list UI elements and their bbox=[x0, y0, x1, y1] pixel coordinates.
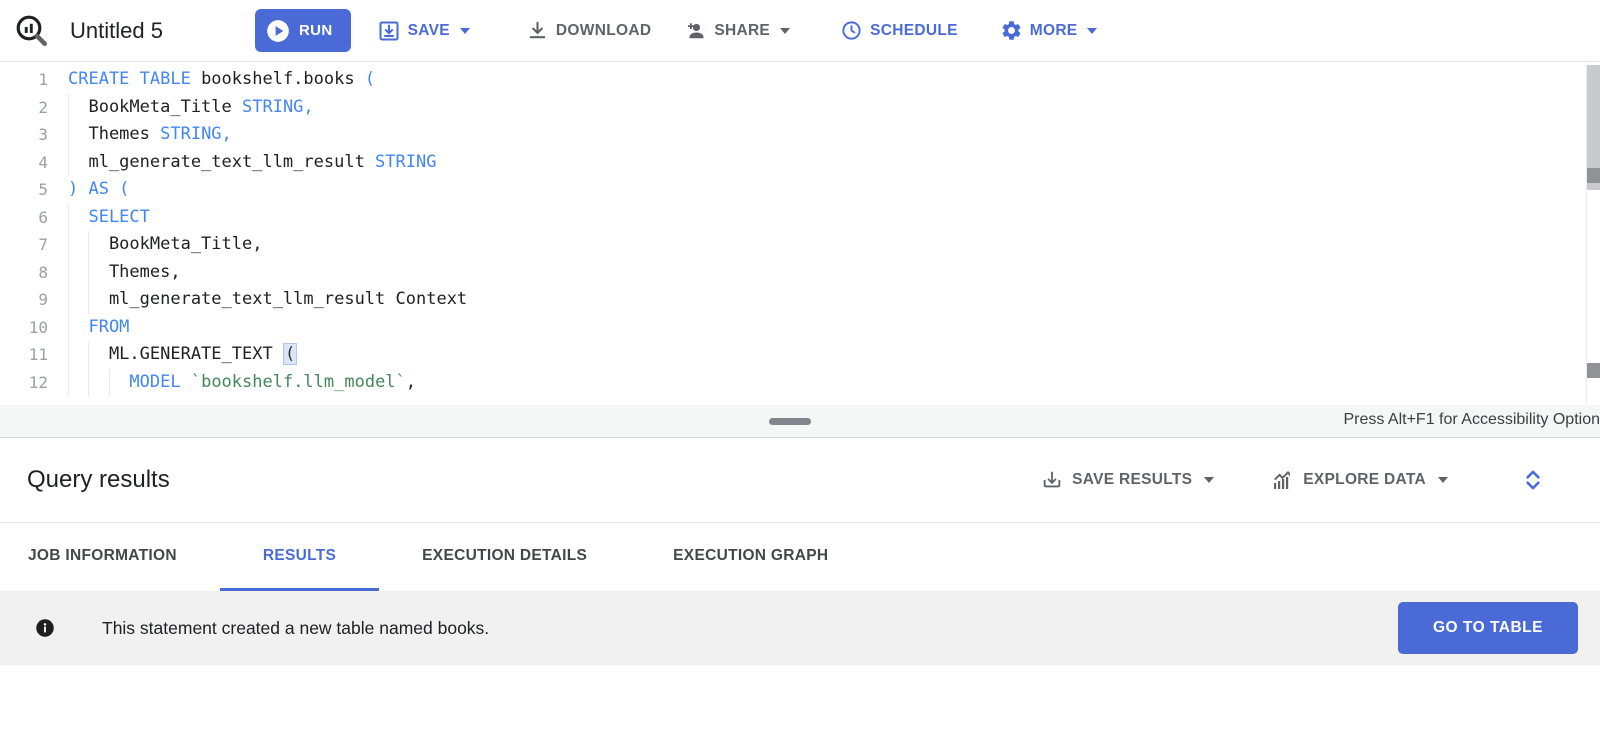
chevron-down-icon bbox=[460, 28, 470, 34]
sql-editor[interactable]: 1CREATE TABLE bookshelf.books (2 BookMet… bbox=[0, 63, 1600, 405]
line-number: 8 bbox=[0, 259, 68, 287]
person-add-icon bbox=[683, 19, 707, 43]
scrollbar-decoration bbox=[1587, 168, 1600, 183]
code-line[interactable]: 5) AS ( bbox=[0, 176, 1600, 204]
line-number: 3 bbox=[0, 121, 68, 149]
download-icon bbox=[526, 19, 549, 42]
line-number: 1 bbox=[0, 66, 68, 94]
code-line[interactable]: 8 Themes, bbox=[0, 259, 1600, 287]
line-number: 10 bbox=[0, 314, 68, 342]
save-button[interactable]: SAVE bbox=[377, 19, 470, 43]
query-editor-icon bbox=[14, 13, 50, 49]
tab-results[interactable]: RESULTS bbox=[220, 523, 379, 591]
code-line[interactable]: 1CREATE TABLE bookshelf.books ( bbox=[0, 66, 1600, 94]
line-number: 12 bbox=[0, 369, 68, 397]
chevron-down-icon bbox=[780, 28, 790, 34]
go-to-table-button[interactable]: GO TO TABLE bbox=[1398, 602, 1578, 654]
code-line[interactable]: 11 ML.GENERATE_TEXT ( bbox=[0, 341, 1600, 369]
unfold-chevrons-icon bbox=[1520, 467, 1546, 493]
line-number: 7 bbox=[0, 231, 68, 259]
expand-collapse-panel-button[interactable] bbox=[1520, 467, 1546, 493]
download-tray-icon bbox=[1041, 469, 1063, 491]
tab-execution-details[interactable]: EXECUTION DETAILS bbox=[379, 523, 630, 591]
editor-status-strip: Press Alt+F1 for Accessibility Options bbox=[0, 405, 1600, 438]
code-line[interactable]: 12 MODEL `bookshelf.llm_model`, bbox=[0, 369, 1600, 397]
more-button[interactable]: MORE bbox=[1000, 19, 1098, 42]
schedule-button[interactable]: SCHEDULE bbox=[840, 19, 958, 42]
scrollbar-decoration bbox=[1587, 363, 1600, 378]
tab-execution-graph[interactable]: EXECUTION GRAPH bbox=[630, 523, 871, 591]
code-line[interactable]: 7 BookMeta_Title, bbox=[0, 231, 1600, 259]
save-icon bbox=[377, 19, 401, 43]
editor-toolbar: Untitled 5 RUN SAVE bbox=[0, 0, 1600, 62]
results-tab-bar: JOB INFORMATION RESULTS EXECUTION DETAIL… bbox=[0, 522, 1600, 591]
download-button[interactable]: DOWNLOAD bbox=[526, 19, 651, 42]
code-lines: 1CREATE TABLE bookshelf.books (2 BookMet… bbox=[0, 66, 1600, 396]
query-title: Untitled 5 bbox=[70, 18, 163, 44]
code-line[interactable]: 4 ml_generate_text_llm_result STRING bbox=[0, 149, 1600, 177]
code-line[interactable]: 3 Themes STRING, bbox=[0, 121, 1600, 149]
chevron-down-icon bbox=[1438, 477, 1448, 483]
tab-job-information[interactable]: JOB INFORMATION bbox=[28, 523, 220, 591]
query-results-header: Query results SAVE RESULTS bbox=[0, 438, 1600, 522]
gear-icon bbox=[1000, 19, 1023, 42]
clock-icon bbox=[840, 19, 863, 42]
statement-message: This statement created a new table named… bbox=[102, 618, 489, 639]
code-line[interactable]: 10 FROM bbox=[0, 314, 1600, 342]
accessibility-hint: Press Alt+F1 for Accessibility Options bbox=[1343, 411, 1600, 429]
code-line[interactable]: 9 ml_generate_text_llm_result Context bbox=[0, 286, 1600, 314]
bigquery-editor-window: Untitled 5 RUN SAVE bbox=[0, 0, 1600, 731]
code-line[interactable]: 2 BookMeta_Title STRING, bbox=[0, 94, 1600, 122]
results-title: Query results bbox=[27, 466, 170, 494]
line-number: 6 bbox=[0, 204, 68, 232]
line-number: 9 bbox=[0, 286, 68, 314]
chart-insights-icon bbox=[1270, 468, 1294, 492]
panel-resize-handle[interactable] bbox=[769, 418, 811, 425]
line-number: 11 bbox=[0, 341, 68, 369]
line-number: 4 bbox=[0, 149, 68, 177]
save-results-button[interactable]: SAVE RESULTS bbox=[1041, 469, 1214, 491]
statement-result-banner: This statement created a new table named… bbox=[0, 591, 1600, 665]
chevron-down-icon bbox=[1087, 28, 1097, 34]
play-icon bbox=[265, 18, 291, 44]
line-number: 2 bbox=[0, 94, 68, 122]
explore-data-button[interactable]: EXPLORE DATA bbox=[1270, 468, 1448, 492]
chevron-down-icon bbox=[1204, 477, 1214, 483]
run-button[interactable]: RUN bbox=[255, 9, 351, 52]
share-button[interactable]: SHARE bbox=[683, 19, 790, 43]
info-icon bbox=[35, 618, 55, 638]
line-number: 5 bbox=[0, 176, 68, 204]
code-line[interactable]: 6 SELECT bbox=[0, 204, 1600, 232]
